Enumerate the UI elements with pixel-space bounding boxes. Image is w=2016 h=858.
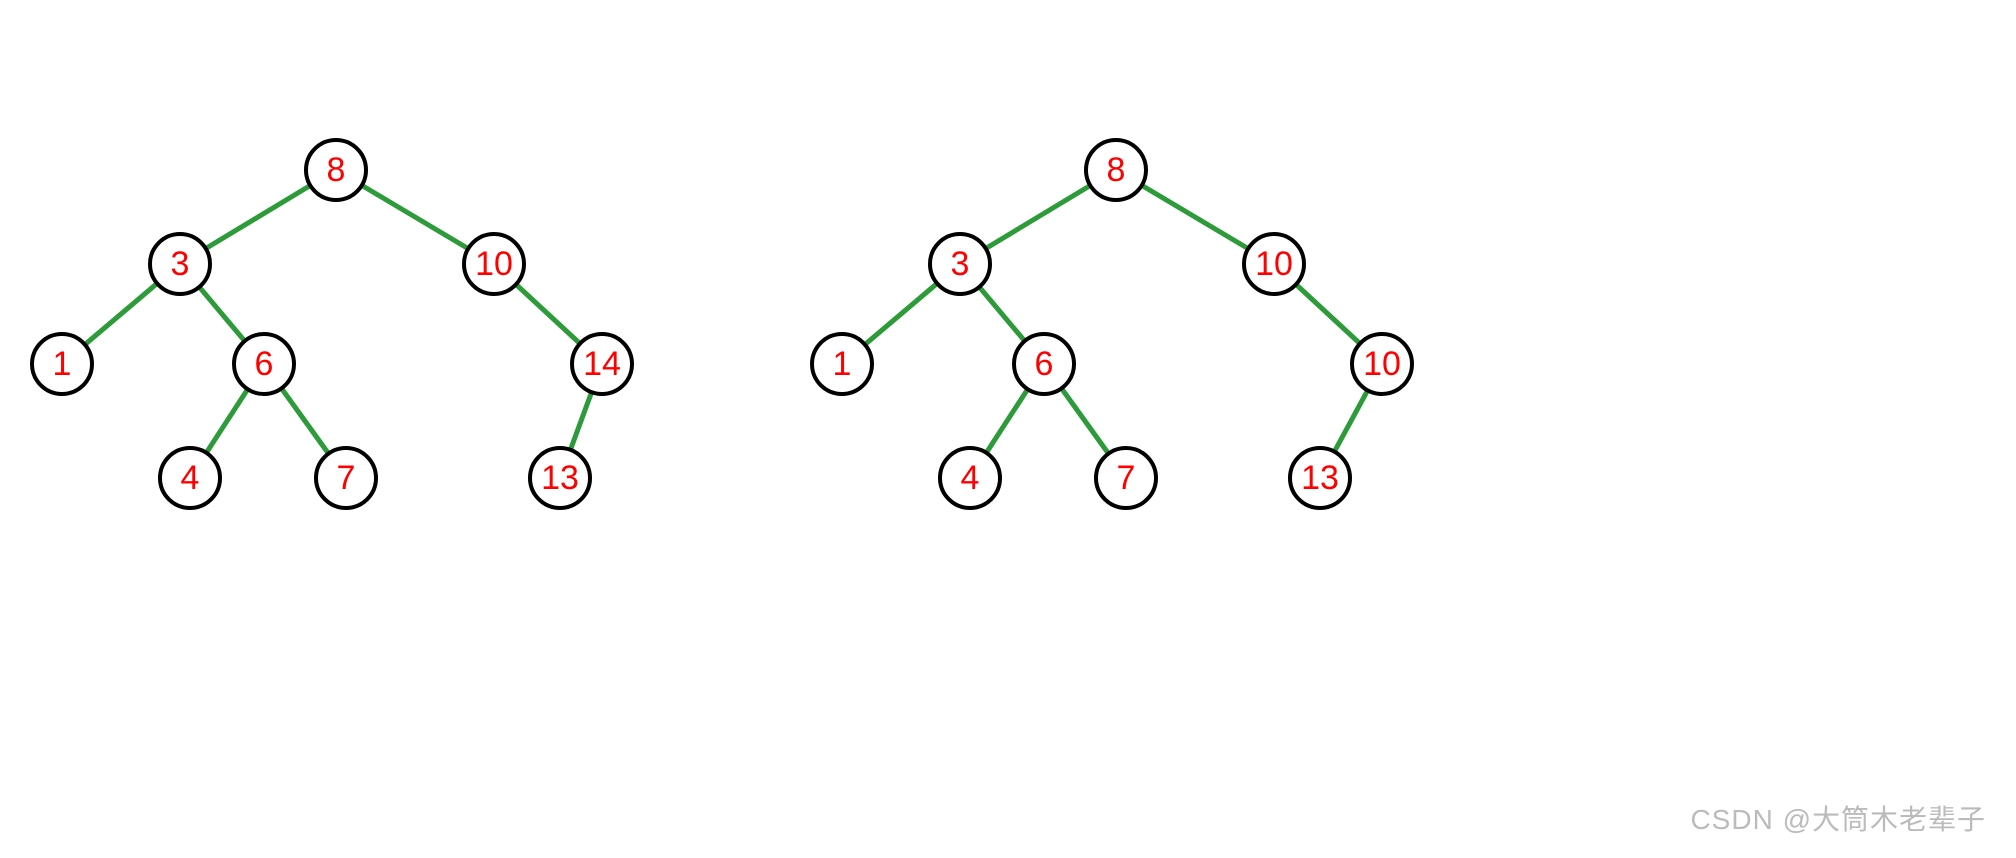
tree-node: 3: [928, 232, 992, 296]
tree-edge: [866, 285, 935, 344]
tree-node: 7: [1094, 446, 1158, 510]
tree-node: 10: [1350, 332, 1414, 396]
tree-node: 10: [1242, 232, 1306, 296]
tree-node: 1: [30, 332, 94, 396]
tree-edge: [207, 187, 308, 248]
tree-node: 7: [314, 446, 378, 510]
tree-edge: [364, 186, 467, 247]
tree-node: 10: [462, 232, 526, 296]
tree-edge: [201, 289, 244, 340]
tree-node: 6: [232, 332, 296, 396]
tree-edge: [207, 391, 246, 451]
tree-edge: [1063, 390, 1108, 452]
tree-node: 4: [158, 446, 222, 510]
tree-node: 13: [528, 446, 592, 510]
watermark-text: CSDN @大筒木老辈子: [1690, 798, 1986, 838]
tree-edge: [283, 390, 328, 452]
tree-node: 3: [148, 232, 212, 296]
tree-edge: [981, 289, 1024, 340]
tree-edge: [987, 391, 1026, 451]
tree-edge: [987, 187, 1088, 248]
tree-node: 4: [938, 446, 1002, 510]
tree-node: 13: [1288, 446, 1352, 510]
tree-edge: [1335, 392, 1366, 450]
tree-node: 8: [304, 138, 368, 202]
tree-edge: [86, 285, 155, 344]
tree-edge: [1144, 186, 1247, 247]
tree-node: 8: [1084, 138, 1148, 202]
tree-node: 14: [570, 332, 634, 396]
tree-node: 6: [1012, 332, 1076, 396]
tree-edge: [1297, 286, 1358, 343]
diagram-canvas: 831016144713831016104713 CSDN @大筒木老辈子: [0, 0, 2016, 858]
tree-edge: [571, 394, 591, 448]
tree-node: 1: [810, 332, 874, 396]
tree-edge: [517, 286, 578, 343]
tree-edges-layer: [0, 0, 2016, 858]
